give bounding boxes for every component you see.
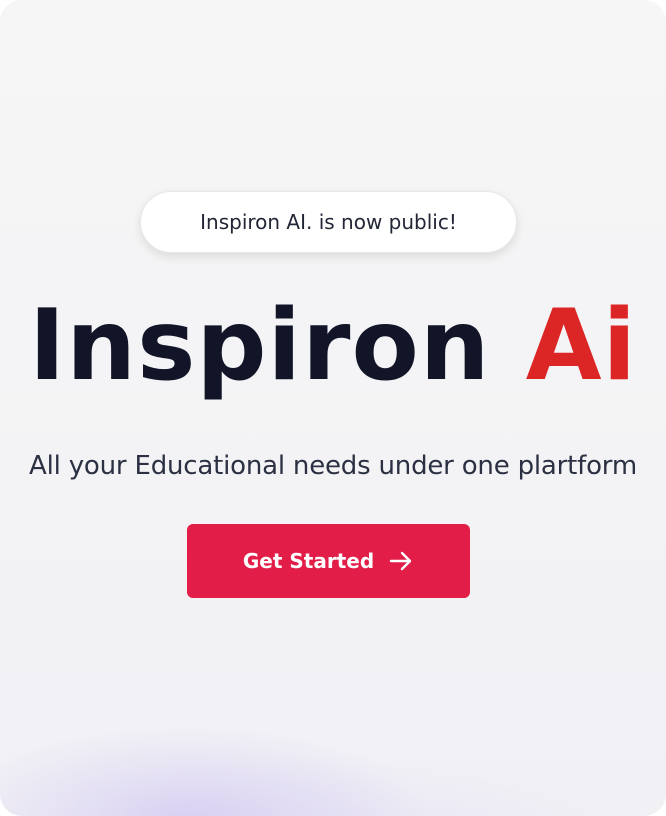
announcement-badge[interactable]: Inspiron AI. is now public! [140, 191, 517, 253]
get-started-button[interactable]: Get Started [187, 524, 470, 598]
announcement-text: Inspiron AI. is now public! [200, 210, 457, 234]
hero-title-main: Inspiron [28, 289, 491, 403]
hero-title: Inspiron Ai [0, 286, 666, 406]
arrow-right-icon [388, 548, 414, 574]
hero-subtitle: All your Educational needs under one pla… [29, 451, 637, 481]
hero-card: Inspiron AI. is now public! Inspiron Ai … [0, 0, 666, 816]
get-started-label: Get Started [242, 549, 375, 573]
hero-title-accent: Ai [525, 289, 638, 403]
